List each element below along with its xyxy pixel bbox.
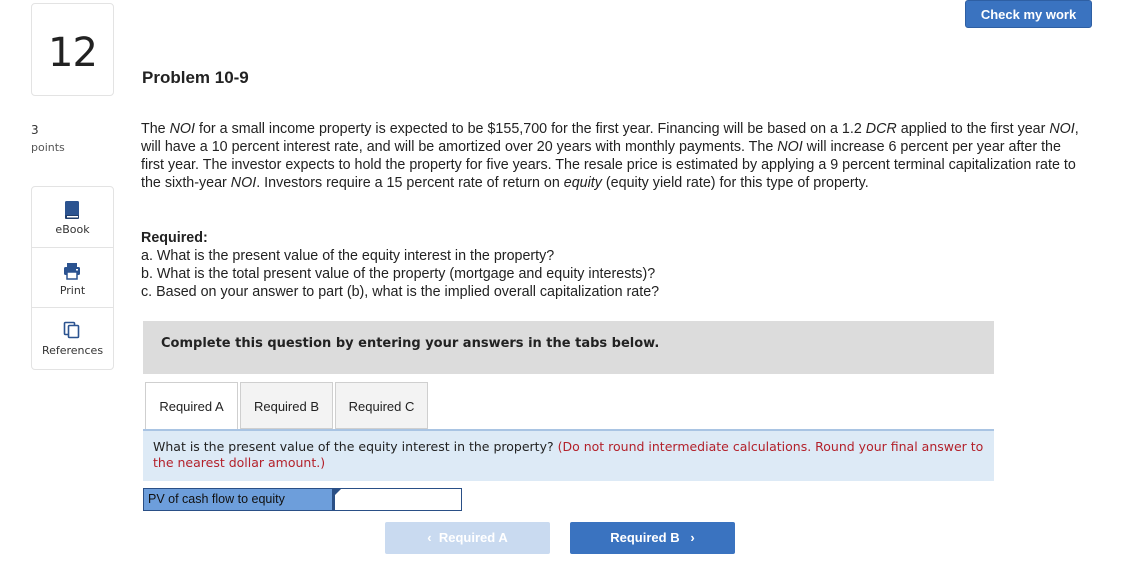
next-label: Required B	[610, 530, 680, 545]
references-label: References	[41, 344, 104, 357]
points-value: 3	[31, 123, 39, 137]
answer-label: PV of cash flow to equity	[143, 488, 333, 511]
required-heading: Required:	[141, 230, 208, 246]
question-number: 12	[48, 30, 98, 76]
printer-icon	[64, 263, 80, 280]
active-question-text: What is the present value of the equity …	[153, 439, 558, 454]
ebook-label: eBook	[55, 223, 90, 236]
tools-panel: eBook Print References	[31, 186, 114, 370]
references-icon	[63, 321, 80, 339]
tab-required-a[interactable]: Required A	[145, 382, 238, 431]
print-tool[interactable]: Print	[32, 247, 113, 308]
instructions-bar: Complete this question by entering your …	[143, 321, 994, 374]
answer-field-marker	[335, 489, 341, 495]
prev-required-button[interactable]: ‹ Required A	[385, 522, 550, 554]
pv-equity-input[interactable]	[333, 488, 462, 511]
print-label: Print	[59, 284, 86, 297]
next-required-button[interactable]: Required B ›	[570, 522, 735, 554]
required-item-b: b. What is the total present value of th…	[141, 266, 656, 282]
ebook-tool[interactable]: eBook	[32, 187, 113, 247]
required-item-a: a. What is the present value of the equi…	[141, 248, 555, 264]
tab-required-c[interactable]: Required C	[335, 382, 428, 429]
required-list: Required: a. What is the present value o…	[141, 229, 659, 301]
prev-label: Required A	[438, 530, 508, 545]
points-label: points	[31, 141, 65, 154]
tab-required-b[interactable]: Required B	[240, 382, 333, 429]
check-my-work-button[interactable]: Check my work	[965, 0, 1092, 28]
references-tool[interactable]: References	[32, 307, 113, 368]
problem-statement: The NOI for a small income property is e…	[141, 121, 1079, 191]
question-number-box: 12	[31, 3, 114, 96]
required-item-c: c. Based on your answer to part (b), wha…	[141, 284, 660, 300]
instructions-text: Complete this question by entering your …	[161, 336, 660, 351]
problem-title: Problem 10-9	[142, 68, 249, 87]
chevron-left-icon: ‹	[427, 530, 432, 545]
active-question: What is the present value of the equity …	[143, 429, 994, 481]
book-icon	[65, 201, 79, 219]
chevron-right-icon: ›	[690, 530, 695, 545]
